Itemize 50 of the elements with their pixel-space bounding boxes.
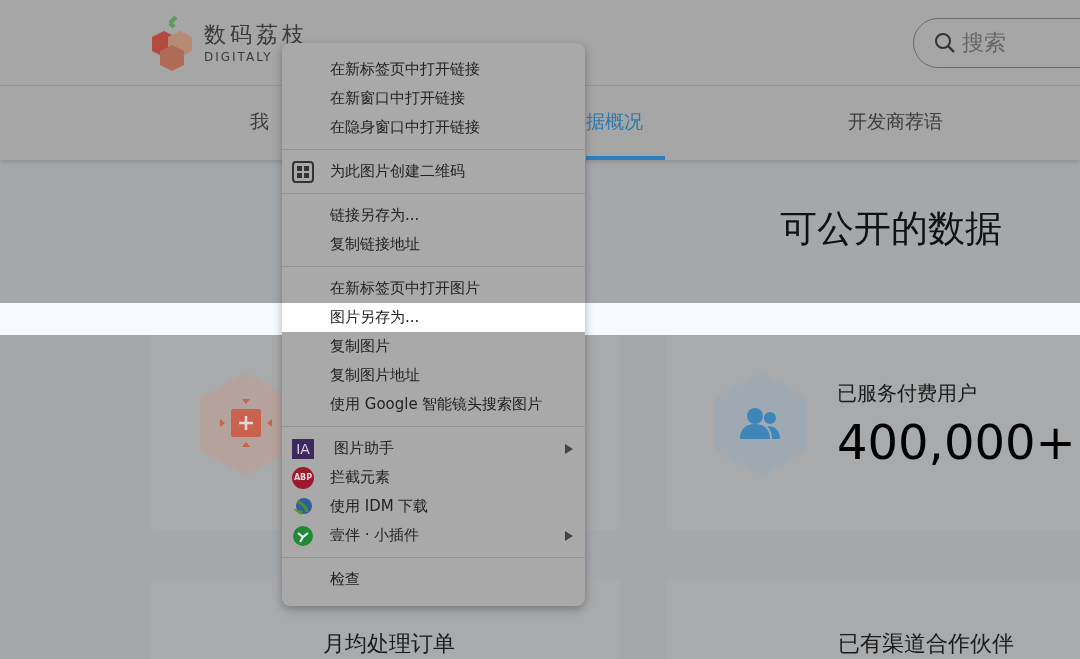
card-title: 月均处理订单 <box>323 631 455 656</box>
menu-item[interactable]: 在新窗口中打开链接 <box>282 84 585 113</box>
card-title: 已有渠道合作伙伴 <box>838 631 1014 656</box>
card-value: 400,000+ <box>837 413 1076 470</box>
nav-tab[interactable]: 我 <box>250 86 269 160</box>
users-icon <box>715 372 807 475</box>
menu-item-label: 复制链接地址 <box>330 234 420 256</box>
search-input[interactable]: 搜索 <box>962 26 1080 59</box>
globe-icon <box>292 495 314 518</box>
menu-item[interactable]: 壹伴 · 小插件 <box>282 521 585 550</box>
menu-item-label: 链接另存为... <box>330 205 420 227</box>
menu-item[interactable]: 检查 <box>282 565 585 594</box>
menu-item[interactable]: 在新标签页中打开图片 <box>282 274 585 303</box>
search-icon <box>934 31 956 54</box>
logo-subtitle: DIGITALY <box>204 48 274 65</box>
y-circle-icon <box>292 524 314 547</box>
menu-item-label: 检查 <box>330 569 360 591</box>
menu-item[interactable]: 为此图片创建二维码 <box>282 157 585 186</box>
menu-item-label: 在隐身窗口中打开链接 <box>330 117 480 139</box>
menu-item[interactable]: 图片另存为... <box>282 303 585 332</box>
qr-code-icon <box>292 160 314 183</box>
menu-item-label: 图片助手 <box>333 438 394 460</box>
menu-item-label: 复制图片地址 <box>330 365 420 387</box>
menu-item-label: 使用 Google 智能镜头搜索图片 <box>330 394 543 416</box>
menu-item[interactable]: 复制图片地址 <box>282 361 585 390</box>
menu-item-label: 复制图片 <box>330 336 390 358</box>
menu-item-label: 图片另存为... <box>330 307 420 329</box>
menu-item[interactable]: IA 图片助手 <box>282 434 585 463</box>
menu-item[interactable]: 复制链接地址 <box>282 230 585 259</box>
menu-item-label: 在新窗口中打开链接 <box>330 88 465 110</box>
card-title: 已服务付费用户 <box>837 379 978 407</box>
nav-tab[interactable]: 开发商荐语 <box>848 86 943 160</box>
menu-item-label: 壹伴 · 小插件 <box>330 525 420 547</box>
menu-item-label: 在新标签页中打开图片 <box>330 278 480 300</box>
menu-item[interactable]: 在新标签页中打开链接 <box>282 55 585 84</box>
menu-item[interactable]: 使用 Google 智能镜头搜索图片 <box>282 390 585 419</box>
menu-item-label: 在新标签页中打开链接 <box>330 59 480 81</box>
section-title: 可公开的数据 <box>780 206 1003 252</box>
menu-item[interactable]: 在隐身窗口中打开链接 <box>282 113 585 142</box>
stop-sign-icon: ABP <box>292 466 314 489</box>
menu-item-label: 拦截元素 <box>330 467 390 489</box>
search-field[interactable]: 搜索 <box>913 17 1080 68</box>
menu-item[interactable]: 使用 IDM 下载 <box>282 492 585 521</box>
menu-item-label: 为此图片创建二维码 <box>330 161 465 183</box>
menu-item-label: 使用 IDM 下载 <box>330 496 429 518</box>
menu-item[interactable]: 链接另存为... <box>282 201 585 230</box>
menu-item[interactable]: ABP 拦截元素 <box>282 463 585 492</box>
logo-title: 数码荔枝 <box>204 20 308 49</box>
menu-item[interactable]: 复制图片 <box>282 332 585 361</box>
image-assistant-icon: IA <box>292 438 314 459</box>
